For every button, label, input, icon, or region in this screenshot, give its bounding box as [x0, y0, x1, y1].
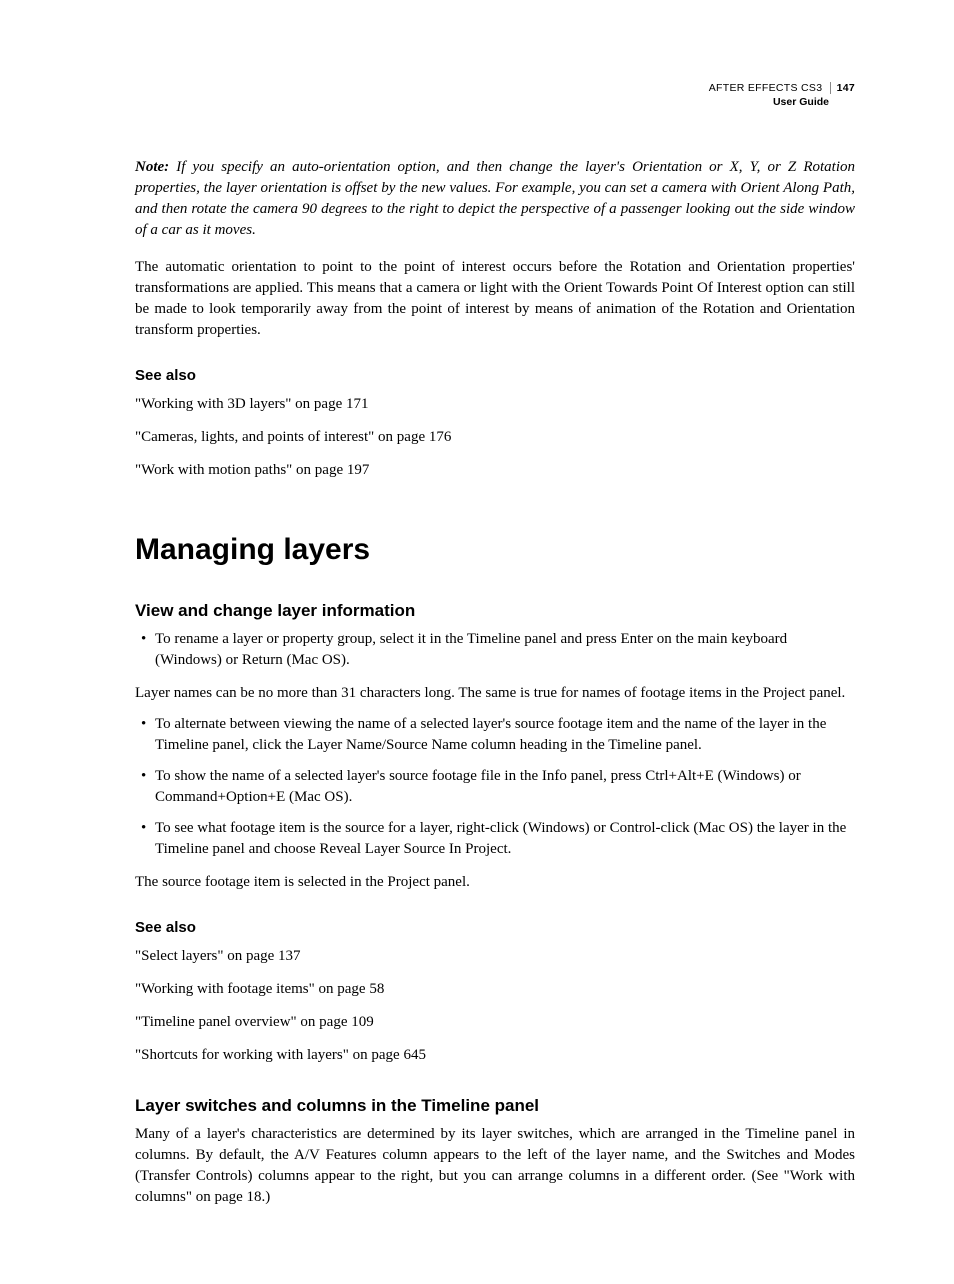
- cross-reference: "Cameras, lights, and points of interest…: [135, 427, 855, 448]
- see-also-heading: See also: [135, 365, 855, 386]
- subsection-heading: View and change layer information: [135, 599, 855, 623]
- page-number: 147: [830, 82, 855, 94]
- bullet-list: To rename a layer or property group, sel…: [135, 629, 855, 671]
- page-content: AFTER EFFECTS CS3 147 User Guide Note: I…: [0, 0, 954, 1284]
- header-subtitle: User Guide: [135, 96, 855, 110]
- note-paragraph: Note: If you specify an auto-orientation…: [135, 157, 855, 241]
- note-label: Note:: [135, 159, 169, 175]
- bullet-list: To alternate between viewing the name of…: [135, 714, 855, 860]
- body-paragraph: The source footage item is selected in t…: [135, 872, 855, 893]
- list-item: To see what footage item is the source f…: [135, 818, 855, 860]
- section-heading: Managing layers: [135, 529, 855, 571]
- cross-reference: "Working with footage items" on page 58: [135, 979, 855, 1000]
- header-product-line: AFTER EFFECTS CS3 147: [135, 82, 855, 96]
- cross-reference: "Work with motion paths" on page 197: [135, 460, 855, 481]
- body-paragraph: Layer names can be no more than 31 chara…: [135, 683, 855, 704]
- list-item: To alternate between viewing the name of…: [135, 714, 855, 756]
- page-header: AFTER EFFECTS CS3 147 User Guide: [135, 82, 855, 109]
- body-paragraph: The automatic orientation to point to th…: [135, 257, 855, 341]
- body-paragraph: Many of a layer's characteristics are de…: [135, 1124, 855, 1208]
- product-name: AFTER EFFECTS CS3: [709, 82, 823, 94]
- note-text: If you specify an auto-orientation optio…: [135, 159, 855, 238]
- subsection-heading: Layer switches and columns in the Timeli…: [135, 1094, 855, 1118]
- cross-reference: "Select layers" on page 137: [135, 946, 855, 967]
- cross-reference: "Timeline panel overview" on page 109: [135, 1012, 855, 1033]
- cross-reference: "Shortcuts for working with layers" on p…: [135, 1045, 855, 1066]
- cross-reference: "Working with 3D layers" on page 171: [135, 394, 855, 415]
- list-item: To rename a layer or property group, sel…: [135, 629, 855, 671]
- see-also-heading: See also: [135, 917, 855, 938]
- list-item: To show the name of a selected layer's s…: [135, 766, 855, 808]
